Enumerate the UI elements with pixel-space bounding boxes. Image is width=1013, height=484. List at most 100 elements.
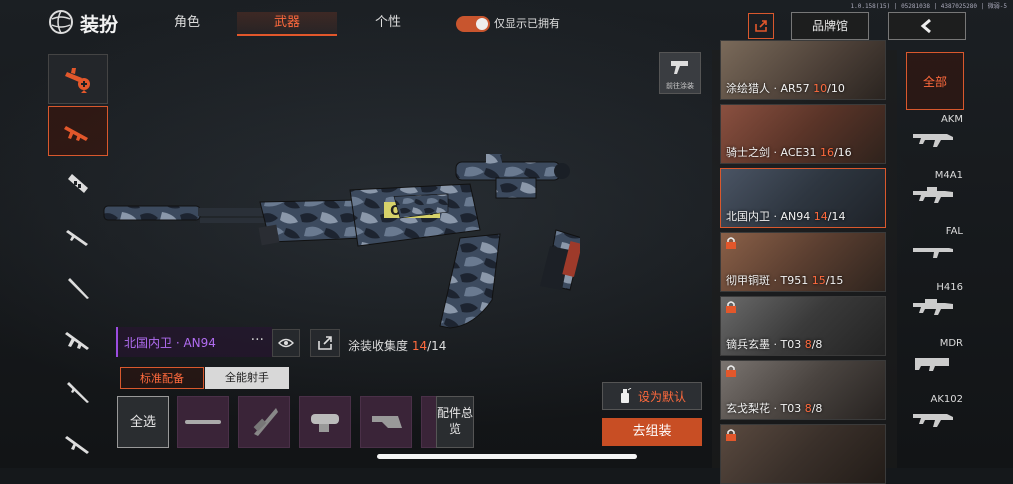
lock-icon <box>726 301 736 313</box>
tab-style[interactable]: 个性 <box>366 12 410 34</box>
weapon-type-item[interactable]: AK102 <box>905 394 967 450</box>
tab-role[interactable]: 角色 <box>165 12 209 34</box>
rifle-silhouette-icon <box>913 299 953 315</box>
spray-gun-icon <box>671 61 688 74</box>
skin-card[interactable]: 涂绘猎人 · AR57 10/10 <box>720 40 886 100</box>
loadout-tab-all-round[interactable]: 全能射手 <box>205 367 289 389</box>
rifle-silhouette-icon <box>913 134 953 147</box>
category-assault-rifle[interactable] <box>48 106 108 156</box>
weapon-type-name: FAL <box>945 226 963 237</box>
share-icon <box>318 336 332 350</box>
weapon-type-name: H416 <box>936 282 963 293</box>
skin-card-selected[interactable]: 北国内卫 · AN94 14/14 <box>720 168 886 228</box>
rifle-icon <box>65 436 89 454</box>
weapon-category-list <box>48 52 108 468</box>
category-shotgun[interactable] <box>48 366 108 416</box>
weapon-type-all[interactable]: 全部 <box>906 52 964 110</box>
stock-attachment-icon <box>372 416 402 428</box>
weapon-type-name: AK102 <box>930 394 964 405</box>
attachment-muzzle[interactable] <box>177 396 229 448</box>
muzzle-attachment-icon <box>185 420 221 424</box>
share-button[interactable] <box>748 13 774 39</box>
skin-name: 彻甲铜斑 · T951 15/15 <box>726 274 844 287</box>
skin-thumbnail <box>721 425 885 483</box>
brand-hall-button[interactable]: 品牌馆 <box>791 12 869 40</box>
lock-icon <box>726 365 736 377</box>
weapon-type-item[interactable]: MDR <box>905 338 967 394</box>
collection-label: 涂装收集度 <box>348 339 409 353</box>
share-icon <box>755 20 767 32</box>
goto-paint-button[interactable]: 前往涂装 <box>659 52 701 94</box>
category-lmg[interactable] <box>48 314 108 364</box>
chevron-left-icon <box>920 18 931 34</box>
marksman-icon <box>68 278 89 299</box>
weapon-type-name: M4A1 <box>934 170 963 181</box>
rifle-silhouette-icon <box>913 187 953 203</box>
attachments-overview-button[interactable]: 配件总览 <box>436 396 474 448</box>
weapon-type-item[interactable]: AKM <box>905 114 967 170</box>
skin-name: 镝兵玄墨 · T03 8/8 <box>726 338 823 351</box>
rifle-silhouette-icon <box>913 248 953 258</box>
collection-progress: 涂装收集度 14/14 <box>348 337 446 354</box>
category-marksman[interactable] <box>48 262 108 312</box>
toggle-knob <box>476 18 488 30</box>
skin-name: 骑士之剑 · ACE31 16/16 <box>726 146 852 159</box>
skin-card[interactable]: 镝兵玄墨 · T03 8/8 <box>720 296 886 356</box>
weapon-type-item[interactable]: FAL <box>905 226 967 282</box>
owned-only-toggle[interactable] <box>456 16 490 32</box>
skin-name: 北国内卫 · AN94 14/14 <box>726 210 846 223</box>
page-title: 装扮 <box>80 14 119 36</box>
preview-button[interactable] <box>272 329 300 357</box>
globe-logo-icon <box>49 10 73 34</box>
weapon-type-item[interactable]: H416 <box>905 282 967 338</box>
skin-card[interactable]: 骑士之剑 · ACE31 16/16 <box>720 104 886 164</box>
weapon-name: 北国内卫 · AN94 <box>124 336 216 350</box>
bullpup-silhouette-icon <box>915 358 949 371</box>
goto-paint-label: 前往涂装 <box>666 82 694 90</box>
collection-owned: 14 <box>411 339 428 353</box>
weapon-share-button[interactable] <box>310 329 340 357</box>
rifle-silhouette-icon <box>913 414 953 427</box>
weapon-type-name: MDR <box>939 338 963 349</box>
spray-can-icon <box>620 388 632 403</box>
skin-card[interactable]: 玄戈梨花 · T03 8/8 <box>720 360 886 420</box>
attachment-barrel[interactable] <box>238 396 290 448</box>
version-info: 1.0.158(15) | 05281038 | 4387025280 | 微弱… <box>850 3 1008 10</box>
weapon-type-list: 全部 AKM M4A1 FAL H416 MDR AK102 <box>905 50 967 468</box>
weapon-name-bar: 北国内卫 · AN94 ··· <box>116 327 272 357</box>
skin-card[interactable] <box>720 424 886 484</box>
back-button[interactable] <box>888 12 966 40</box>
select-all-button[interactable]: 全选 <box>117 396 169 448</box>
weapon-type-item[interactable]: M4A1 <box>905 170 967 226</box>
skin-name: 玄戈梨花 · T03 8/8 <box>726 402 823 415</box>
loadout-tab-standard[interactable]: 标准配备 <box>120 367 204 389</box>
set-default-button[interactable]: 设为默认 <box>602 382 702 410</box>
go-assemble-button[interactable]: 去组装 <box>602 418 702 446</box>
category-weapon-skin[interactable] <box>48 54 108 104</box>
collection-total: /14 <box>427 339 447 353</box>
optic-attachment-icon <box>311 414 339 432</box>
sniper-icon <box>66 230 88 246</box>
lock-icon <box>726 429 736 441</box>
category-sniper[interactable] <box>48 210 108 260</box>
category-smg[interactable] <box>48 158 108 208</box>
home-indicator[interactable] <box>377 454 637 459</box>
category-rifle[interactable] <box>48 418 108 468</box>
skin-list: 涂绘猎人 · AR57 10/10 骑士之剑 · ACE31 16/16 北国内… <box>712 40 897 484</box>
lmg-icon <box>65 332 89 350</box>
weapon-type-name: AKM <box>940 114 963 125</box>
attachment-optic[interactable] <box>299 396 351 448</box>
barrel-attachment-icon <box>253 408 278 436</box>
tab-weapon[interactable]: 武器 <box>237 12 337 36</box>
owned-only-label: 仅显示已拥有 <box>494 17 560 30</box>
skin-name: 涂绘猎人 · AR57 10/10 <box>726 82 845 95</box>
eye-icon <box>278 338 294 348</box>
more-options-icon[interactable]: ··· <box>251 332 264 348</box>
lock-icon <box>726 237 736 249</box>
attachment-partial[interactable] <box>421 396 437 448</box>
set-default-label: 设为默认 <box>637 389 686 404</box>
weapon-preview-an94[interactable]: ONOH <box>100 150 580 340</box>
attachment-stock[interactable] <box>360 396 412 448</box>
weapon-skin-icon <box>65 68 90 93</box>
skin-card[interactable]: 彻甲铜斑 · T951 15/15 <box>720 232 886 292</box>
